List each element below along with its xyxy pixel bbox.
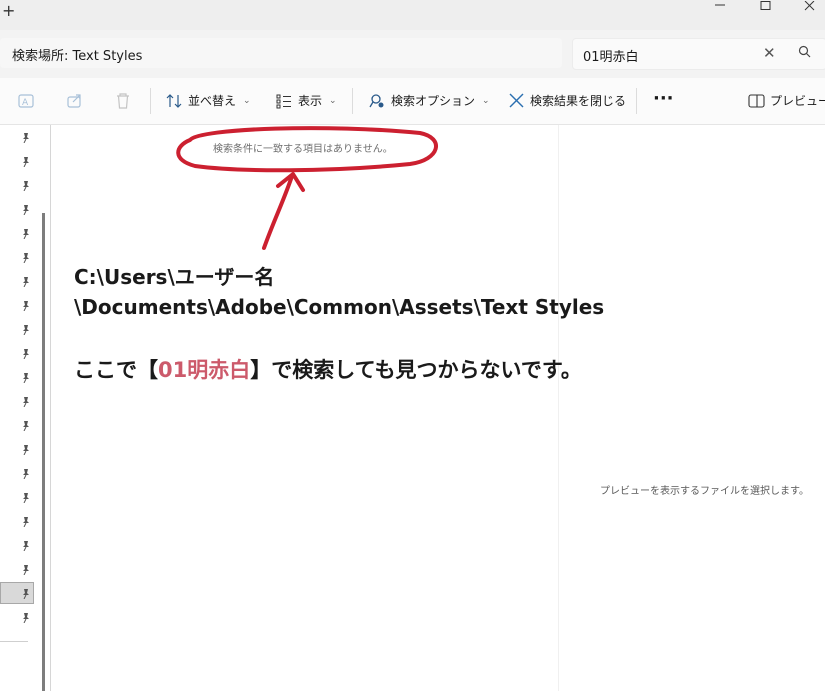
more-options-button[interactable]: ··· <box>653 88 674 109</box>
pin-icon <box>23 445 29 455</box>
pin-icon <box>23 541 29 551</box>
toolbar-separator <box>150 88 151 114</box>
sort-icon <box>166 93 182 108</box>
delete-icon[interactable] <box>114 92 134 110</box>
title-bar: + <box>0 0 825 30</box>
close-icon <box>804 1 815 11</box>
pin-icon <box>23 253 29 263</box>
red-arrow-annotation <box>262 172 305 250</box>
pin-icon <box>23 301 29 311</box>
view-icon <box>276 94 291 108</box>
search-icon[interactable] <box>797 44 813 60</box>
pin-icon <box>23 229 29 239</box>
pin-icon <box>23 613 29 623</box>
pin-icon <box>23 349 29 359</box>
pin-icon <box>23 565 29 575</box>
pane-divider <box>50 125 51 691</box>
more-icon: ··· <box>653 88 674 109</box>
clear-search-icon[interactable]: ✕ <box>763 44 776 62</box>
chevron-down-icon: ⌄ <box>243 95 251 106</box>
pin-icon <box>23 421 29 431</box>
chevron-down-icon: ⌄ <box>482 95 490 106</box>
pin-icon <box>23 397 29 407</box>
close-search-icon <box>509 93 524 107</box>
pin-icon <box>23 157 29 167</box>
toolbar-separator <box>636 88 637 114</box>
pin-icon <box>23 589 29 599</box>
sort-button[interactable]: 並べ替え ⌄ <box>166 92 251 109</box>
preview-label: プレビュー <box>770 94 825 108</box>
new-tab-button[interactable]: + <box>2 1 15 20</box>
search-options-button[interactable]: 検索オプション ⌄ <box>369 92 490 109</box>
pin-icon <box>23 493 29 503</box>
preview-divider <box>558 125 559 691</box>
preview-placeholder: プレビューを表示するファイルを選択します。 <box>600 486 809 497</box>
pin-icon <box>23 325 29 335</box>
preview-pane-button[interactable]: プレビュー <box>748 92 825 109</box>
rename-icon[interactable]: A <box>18 92 38 110</box>
annotation-message: ここで【01明赤白】で検索しても見つからないです。 <box>74 354 582 384</box>
preview-pane-icon <box>748 93 765 108</box>
close-search-label: 検索結果を閉じる <box>530 94 627 108</box>
pin-icon <box>23 181 29 191</box>
pin-icon <box>23 277 29 287</box>
navigation-pane <box>0 125 36 691</box>
search-box[interactable]: 01明赤白 ✕ <box>572 38 825 70</box>
svg-text:A: A <box>22 98 29 108</box>
command-bar: A 並べ替え ⌄ 表示 ⌄ 検索オプション ⌄ 検索結果を閉じる ··· プレビ… <box>0 78 825 125</box>
nav-divider <box>0 641 28 642</box>
view-label: 表示 <box>298 94 323 108</box>
maximize-icon <box>760 1 771 10</box>
nav-scrollbar[interactable] <box>42 213 45 691</box>
message-highlight: 01明赤白 <box>158 358 251 382</box>
search-options-label: 検索オプション <box>391 94 476 108</box>
pin-icon <box>23 517 29 527</box>
pin-icon <box>23 373 29 383</box>
close-button[interactable] <box>790 0 825 14</box>
sort-label: 並べ替え <box>188 94 237 108</box>
pin-icon <box>23 133 29 143</box>
share-icon[interactable] <box>66 92 86 110</box>
message-before: ここで【 <box>74 358 158 382</box>
message-after: 】で検索しても見つからないです。 <box>250 358 582 382</box>
view-button[interactable]: 表示 ⌄ <box>276 92 337 109</box>
address-row: 検索場所: Text Styles 01明赤白 ✕ <box>0 30 825 78</box>
minimize-button[interactable] <box>700 0 740 14</box>
path-line-1: C:\Users\ユーザー名 <box>74 265 275 289</box>
path-line-2: \Documents\Adobe\Common\Assets\Text Styl… <box>74 295 605 319</box>
no-results-message: 検索条件に一致する項目はありません。 <box>213 144 393 155</box>
pin-icon <box>23 205 29 215</box>
close-search-button[interactable]: 検索結果を閉じる <box>508 92 626 109</box>
search-input[interactable]: 01明赤白 <box>583 46 639 65</box>
toolbar-separator <box>352 88 353 114</box>
minimize-icon <box>715 4 725 6</box>
maximize-button[interactable] <box>746 0 786 14</box>
pin-icon <box>23 469 29 479</box>
address-bar[interactable]: 検索場所: Text Styles <box>0 38 562 68</box>
search-options-icon <box>369 93 384 107</box>
chevron-down-icon: ⌄ <box>329 95 337 106</box>
address-text: 検索場所: Text Styles <box>12 49 143 64</box>
